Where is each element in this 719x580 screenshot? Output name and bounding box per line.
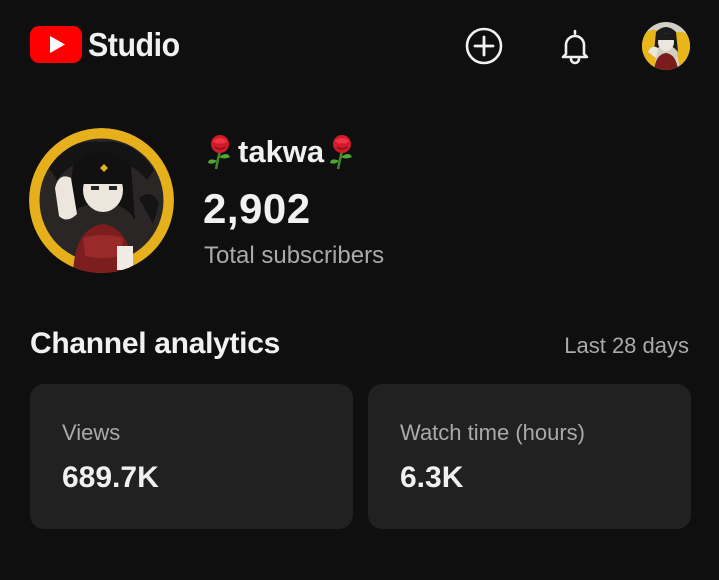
create-button[interactable] bbox=[463, 25, 505, 67]
views-value: 689.7K bbox=[62, 461, 159, 494]
channel-name-text: takwa bbox=[238, 134, 325, 169]
channel-avatar-image bbox=[29, 128, 174, 273]
account-avatar[interactable] bbox=[642, 22, 690, 70]
youtube-studio-logo[interactable]: Studio bbox=[30, 26, 188, 63]
notifications-button[interactable] bbox=[554, 25, 596, 67]
views-label: Views bbox=[62, 420, 121, 445]
subscriber-label: Total subscribers bbox=[204, 242, 385, 269]
rose-icon bbox=[208, 135, 230, 170]
channel-avatar[interactable] bbox=[29, 128, 174, 273]
youtube-logo-icon bbox=[30, 26, 82, 63]
views-card[interactable]: Views 689.7K bbox=[30, 384, 353, 529]
create-icon bbox=[465, 27, 503, 65]
analytics-period: Last 28 days bbox=[564, 333, 689, 358]
top-app-bar: Studio bbox=[0, 0, 719, 92]
subscriber-count: 2,902 bbox=[203, 185, 311, 232]
bell-icon bbox=[561, 29, 589, 65]
logo-text: Studio bbox=[88, 26, 180, 63]
channel-name: takwa bbox=[205, 133, 357, 171]
avatar-image bbox=[642, 22, 690, 70]
rose-icon bbox=[330, 135, 353, 170]
watch-time-card[interactable]: Watch time (hours) 6.3K bbox=[368, 384, 691, 529]
watch-time-label: Watch time (hours) bbox=[400, 420, 586, 445]
watch-time-value: 6.3K bbox=[400, 461, 464, 494]
analytics-title: Channel analytics bbox=[30, 327, 280, 360]
